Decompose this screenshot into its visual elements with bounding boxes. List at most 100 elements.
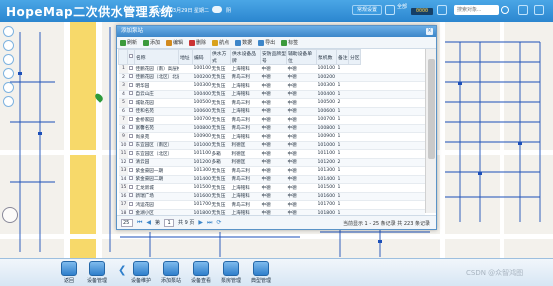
table-row[interactable]: 9 尚泉苑 100900 无负压 上海铭科 中德 中德 100900 1 (118, 132, 425, 142)
measure-icon[interactable] (3, 68, 14, 79)
table-row[interactable]: 12 清云园 101200 多箱 利德匡 中德 中德 101200 2 (118, 158, 425, 167)
table-cell: 青岛三利 (230, 115, 261, 125)
waypoint-button[interactable]: 航点 (212, 39, 229, 46)
table-row[interactable]: 7 金桥家园 100700 无负压 青岛三利 中德 中德 100700 1 (118, 115, 425, 125)
column-header[interactable]: 分区 (348, 49, 361, 65)
row-checkbox[interactable] (128, 159, 133, 164)
table-row[interactable]: 11 东宜园区（北区） 101100 多箱 利德匡 中德 中德 101100 1 (118, 149, 425, 159)
row-checkbox[interactable] (128, 125, 133, 130)
table-row[interactable]: 6 佳和名苑 100600 无负压 上海铭科 中德 中德 100600 1 (118, 107, 425, 116)
column-header[interactable]: 备注 (336, 49, 349, 65)
edit-button[interactable]: 编辑 (166, 39, 183, 46)
row-checkbox[interactable] (128, 82, 133, 87)
column-header[interactable]: 供水方式 (210, 49, 231, 65)
column-header[interactable]: 供水设备品牌 (230, 49, 261, 65)
table-cell: 无负压 (210, 64, 231, 74)
column-header[interactable] (127, 49, 135, 65)
table-row[interactable]: 4 自云山庄 100400 无负压 上海铭科 中德 中德 100400 1 (118, 90, 425, 99)
row-checkbox[interactable] (128, 91, 133, 96)
table-cell: 101200 (316, 158, 337, 167)
row-checkbox[interactable] (128, 116, 133, 121)
pan-icon[interactable] (3, 82, 14, 93)
search-input[interactable] (454, 5, 499, 15)
add-button[interactable]: 添加 (143, 39, 160, 46)
delete-button[interactable]: 删除 (189, 39, 206, 46)
column-header[interactable]: 地址 (178, 49, 193, 65)
column-header[interactable] (118, 49, 128, 65)
table-scrollbar[interactable] (425, 49, 436, 213)
bottom-item-device-manage[interactable]: 设备管理 (84, 261, 110, 284)
table-row[interactable]: 14 紫金豪园二期 101400 无负压 青岛三利 中德 中德 101400 1 (118, 175, 425, 184)
page-size-select[interactable]: 25 (121, 218, 133, 227)
column-header[interactable]: 泵机数 (316, 49, 337, 65)
column-header[interactable]: 编码 (192, 49, 211, 65)
export-button[interactable]: 导出 (258, 39, 275, 46)
table-row[interactable]: 8 富馨名苑 100800 无负压 青岛三利 中德 中德 100800 1 (118, 124, 425, 133)
row-checkbox[interactable] (128, 210, 133, 215)
table-cell: 101500 (192, 183, 211, 193)
page-number-input[interactable]: 1 (164, 218, 175, 227)
column-header[interactable]: 名称 (134, 49, 179, 65)
row-checkbox[interactable] (128, 133, 133, 138)
table-cell: 1 (336, 81, 349, 91)
bottom-item-device-view[interactable]: 设备查看 (188, 261, 214, 284)
bottom-item-typical[interactable]: 典型管理 (248, 261, 274, 284)
zoom-out-icon[interactable] (3, 40, 14, 51)
select-all-checkbox[interactable] (129, 54, 133, 58)
column-header[interactable]: 辅助设备单位 (286, 49, 317, 65)
row-checkbox[interactable] (128, 167, 133, 172)
locate-icon[interactable] (3, 54, 14, 65)
fullscreen-icon[interactable] (534, 5, 544, 15)
settings-button[interactable]: 常规设置 (352, 5, 383, 15)
user-icon[interactable] (385, 5, 395, 15)
prev-page-icon[interactable]: ◀ (146, 219, 151, 226)
column-header[interactable]: 安防品牌型号 (260, 49, 287, 65)
table-row[interactable]: 5 城轨花园 100500 无负压 青岛三利 中德 中德 100500 2 (118, 98, 425, 108)
table-cell (360, 115, 425, 125)
table-cell: 100900 (192, 132, 211, 142)
zoom-in-icon[interactable] (3, 26, 14, 37)
table-row[interactable]: 16 新瑞广场 101600 无负压 上海铭科 中德 中德 101600 1 (118, 192, 425, 201)
table-cell: 中德 (286, 141, 317, 150)
bottom-item-add-station[interactable]: 添加泵站 (158, 261, 184, 284)
table-row[interactable]: 10 东宜园区（南区） 101000 无负压 利德匡 中德 中德 101000 1 (118, 141, 425, 150)
dialog-toolbar: 刷新 添加 编辑 删除 航点 数据 导出 标签 (117, 37, 436, 49)
row-checkbox[interactable] (128, 176, 133, 181)
row-checkbox[interactable] (128, 201, 133, 206)
layers-icon[interactable] (518, 5, 528, 15)
reload-icon[interactable]: ⟳ (216, 219, 221, 226)
search-icon[interactable] (501, 6, 509, 14)
close-icon[interactable]: × (426, 28, 433, 35)
table-cell: 1 (336, 124, 349, 133)
bell-icon[interactable] (437, 5, 447, 15)
toolbar-label: 数据 (242, 40, 253, 46)
bottom-item-maintain[interactable]: 设备维护 (128, 261, 154, 284)
table-cell: 利德匡 (230, 158, 261, 167)
data-button[interactable]: 数据 (235, 39, 252, 46)
row-checkbox[interactable] (128, 99, 133, 104)
bottom-item-back[interactable]: 返回 (56, 261, 82, 284)
row-checkbox[interactable] (128, 108, 133, 113)
table-row[interactable]: 17 鸿运花园 101700 无负压 青岛三利 中德 中德 101700 1 (118, 200, 425, 210)
row-checkbox[interactable] (128, 65, 133, 70)
row-checkbox[interactable] (128, 184, 133, 189)
table-row[interactable]: 13 紫金豪园一期 101300 无负压 青岛三利 中德 中德 101300 1 (118, 166, 425, 176)
table-row[interactable]: 2佳鹏花园（北区）北层楼100200无负压青岛三利中德中德100200 (118, 73, 425, 82)
row-checkbox[interactable] (128, 142, 133, 147)
map-pin-tool-icon[interactable] (3, 96, 14, 107)
row-checkbox[interactable] (128, 74, 133, 79)
table-row[interactable]: 1 佳鹏花园（南）高层楼 100100 无负压 上海铭科 中德 中德 100100 1 (118, 64, 425, 74)
last-page-icon[interactable]: ⏭ (207, 219, 212, 227)
scrollbar-thumb[interactable] (428, 59, 435, 159)
first-page-icon[interactable]: ⏮ (137, 219, 142, 227)
row-checkbox[interactable] (128, 193, 133, 198)
collapse-arrow-icon[interactable]: ❮ (118, 265, 126, 279)
table-row[interactable]: 15 汇龙新城 101500 无负压 上海铭科 中德 中德 101500 1 (118, 183, 425, 193)
next-page-icon[interactable]: ▶ (198, 219, 203, 226)
row-checkbox[interactable] (128, 150, 133, 155)
tag-button[interactable]: 标签 (281, 39, 298, 46)
bottom-item-pump-room[interactable]: 泵房管理 (218, 261, 244, 284)
table-cell (178, 183, 193, 193)
refresh-button[interactable]: 刷新 (120, 39, 137, 46)
table-row[interactable]: 3 明华园 100300 无负压 上海铭科 中德 中德 100300 1 (118, 81, 425, 91)
